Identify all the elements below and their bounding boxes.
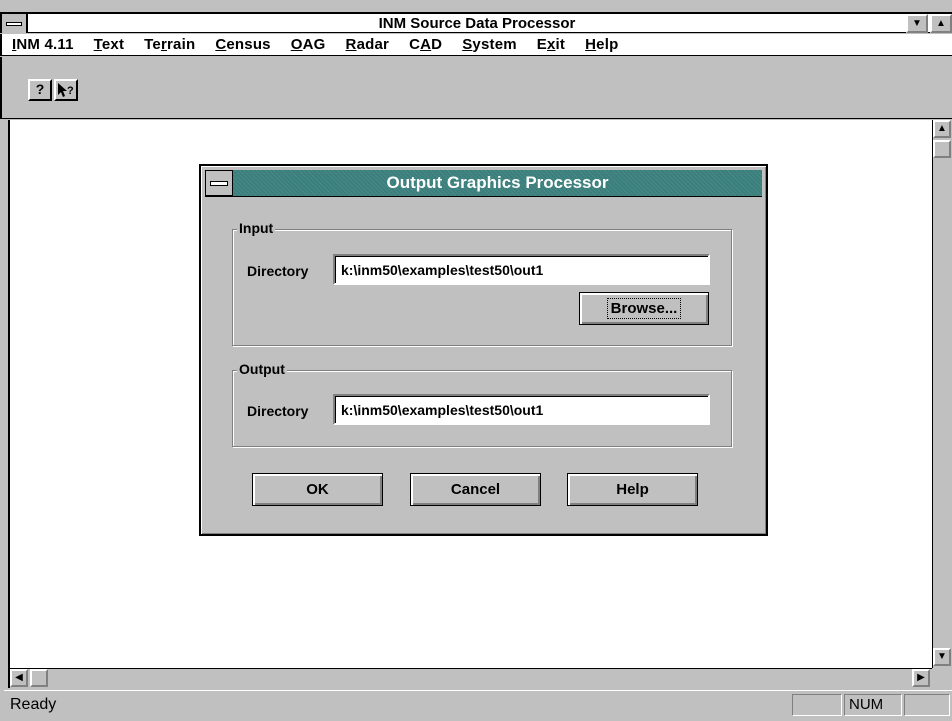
menu-help[interactable]: Help <box>575 36 628 53</box>
window-title: INM Source Data Processor <box>378 15 576 32</box>
horizontal-scroll-thumb[interactable] <box>30 669 48 687</box>
status-bar: Ready NUM <box>4 690 952 718</box>
dialog-title-bar[interactable]: Output Graphics Processor <box>205 170 762 197</box>
context-help-icon[interactable]: ? <box>54 79 78 101</box>
ok-button[interactable]: OK <box>252 473 383 506</box>
menu-oag[interactable]: OAG <box>281 36 336 53</box>
title-bar: INM Source Data Processor ▼ ▲ <box>0 12 952 33</box>
input-directory-field[interactable] <box>333 254 710 285</box>
menu-bar: INM 4.11 Text Terrain Census OAG Radar C… <box>0 34 952 56</box>
input-group-label: Input <box>237 220 276 236</box>
scroll-corner <box>932 668 952 688</box>
toolbar: ? ? <box>0 57 952 119</box>
output-graphics-dialog: Output Graphics Processor Input Director… <box>199 164 768 536</box>
dialog-title: Output Graphics Processor <box>386 173 609 192</box>
menu-cad[interactable]: CAD <box>399 36 452 53</box>
browse-button[interactable]: Browse... <box>579 292 709 325</box>
scroll-left-icon[interactable]: ◀ <box>10 669 28 687</box>
help-icon[interactable]: ? <box>28 79 52 101</box>
scroll-down-icon[interactable]: ▼ <box>933 648 951 666</box>
status-text: Ready <box>10 696 57 713</box>
svg-text:?: ? <box>67 85 74 97</box>
menu-terrain[interactable]: Terrain <box>134 36 205 53</box>
vertical-scroll-thumb[interactable] <box>933 140 951 158</box>
vertical-scrollbar[interactable]: ▲ ▼ <box>932 120 952 668</box>
scroll-right-icon[interactable]: ▶ <box>912 669 930 687</box>
status-indicator-empty-2 <box>904 694 950 716</box>
output-directory-label: Directory <box>247 403 309 419</box>
input-directory-label: Directory <box>247 263 309 279</box>
scroll-up-icon[interactable]: ▲ <box>933 120 951 138</box>
dialog-system-menu-icon[interactable] <box>205 170 233 196</box>
cancel-button[interactable]: Cancel <box>410 473 541 506</box>
horizontal-scrollbar[interactable]: ◀ ▶ <box>8 668 932 688</box>
output-group-label: Output <box>237 361 287 377</box>
menu-system[interactable]: System <box>452 36 527 53</box>
help-button[interactable]: Help <box>567 473 698 506</box>
maximize-icon[interactable]: ▲ <box>930 14 952 33</box>
input-groupbox: Input Directory Browse... <box>232 220 732 346</box>
menu-radar[interactable]: Radar <box>336 36 400 53</box>
menu-census[interactable]: Census <box>205 36 280 53</box>
output-groupbox: Output Directory <box>232 361 732 447</box>
status-num-indicator: NUM <box>844 694 902 716</box>
status-indicator-empty <box>792 694 842 716</box>
menu-inm[interactable]: INM 4.11 <box>2 36 84 53</box>
menu-exit[interactable]: Exit <box>527 36 575 53</box>
output-directory-field[interactable] <box>333 394 710 425</box>
minimize-icon[interactable]: ▼ <box>906 14 928 33</box>
menu-text[interactable]: Text <box>84 36 135 53</box>
